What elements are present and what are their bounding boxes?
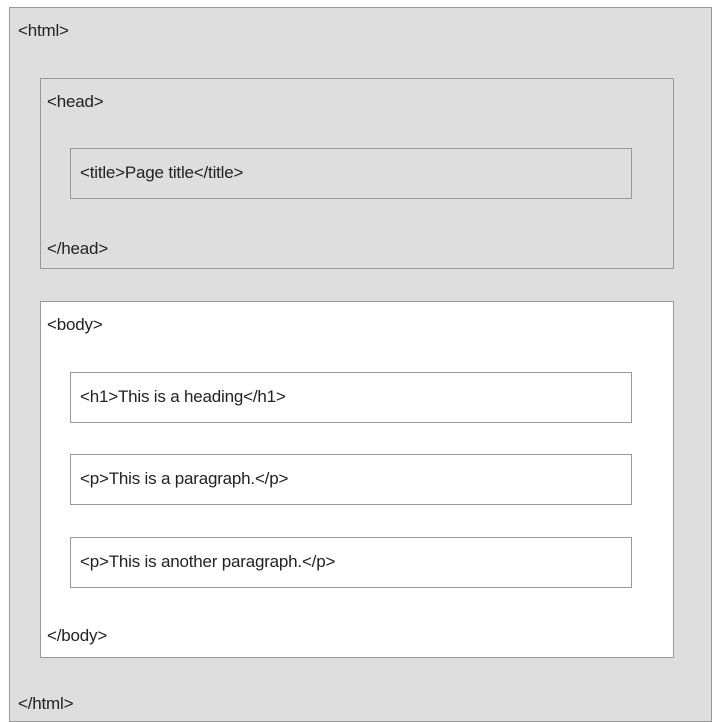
body-close-tag: </body> xyxy=(47,626,108,645)
html-open-tag: <html> xyxy=(18,21,69,40)
title-element-label: <title>Page title</title> xyxy=(80,163,244,182)
head-element-box: <head> <title>Page title</title> </head> xyxy=(40,78,674,269)
another-paragraph-element-label: <p>This is another paragraph.</p> xyxy=(80,552,336,571)
html-element-box: <html> <head> <title>Page title</title> … xyxy=(9,7,712,722)
body-open-tag: <body> xyxy=(47,315,103,334)
body-element-box: <body> <h1>This is a heading</h1> <p>Thi… xyxy=(40,301,674,658)
html-close-tag: </html> xyxy=(18,694,74,713)
paragraph-element-box: <p>This is a paragraph.</p> xyxy=(70,454,632,505)
head-open-tag: <head> xyxy=(47,92,104,111)
title-element-box: <title>Page title</title> xyxy=(70,148,632,199)
h1-element-box: <h1>This is a heading</h1> xyxy=(70,372,632,423)
h1-element-label: <h1>This is a heading</h1> xyxy=(80,387,286,406)
another-paragraph-element-box: <p>This is another paragraph.</p> xyxy=(70,537,632,588)
paragraph-element-label: <p>This is a paragraph.</p> xyxy=(80,469,289,488)
head-close-tag: </head> xyxy=(47,239,108,258)
